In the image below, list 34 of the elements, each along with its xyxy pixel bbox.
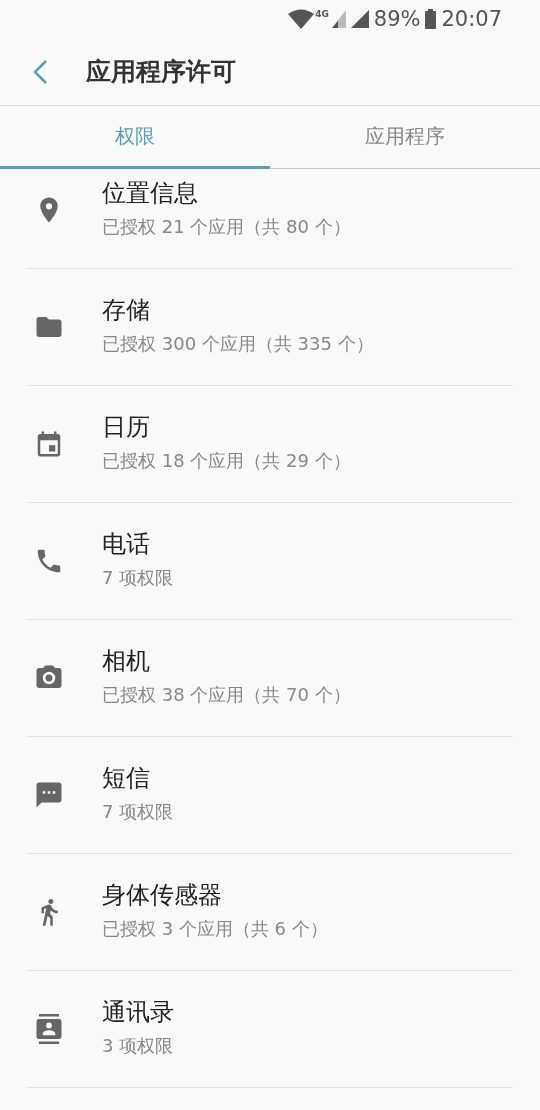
permission-summary: 3 项权限 (102, 1034, 174, 1058)
signal-icon (350, 10, 369, 28)
permission-summary: 7 项权限 (102, 800, 174, 824)
clock: 20:07 (441, 7, 502, 31)
permission-item[interactable]: 相机 已授权 38 个应用（共 70 个） (27, 620, 513, 737)
permission-item[interactable]: 日历 已授权 18 个应用（共 29 个） (27, 386, 513, 503)
permission-title: 存储 (102, 295, 151, 326)
permission-item[interactable]: 通讯录 3 项权限 (27, 971, 513, 1088)
permission-title: 短信 (102, 763, 151, 794)
permission-item[interactable]: 存储 已授权 300 个应用（共 335 个） (27, 269, 513, 386)
wifi-icon (288, 9, 315, 29)
permission-title: 日历 (102, 412, 151, 443)
permission-title: 身体传感器 (102, 880, 223, 911)
signal-icon (331, 10, 346, 28)
network-type: 4G (315, 9, 329, 19)
permission-item[interactable]: 短信 7 项权限 (27, 737, 513, 854)
permission-title: 位置信息 (102, 178, 199, 209)
permission-summary: 已授权 3 个应用（共 6 个） (102, 917, 328, 941)
permission-title: 相机 (102, 646, 151, 677)
permission-item[interactable]: 身体传感器 已授权 3 个应用（共 6 个） (27, 854, 513, 971)
message-icon (34, 780, 64, 810)
contact-card-icon (34, 1014, 64, 1044)
permission-summary: 已授权 38 个应用（共 70 个） (102, 683, 351, 707)
battery-icon (425, 9, 437, 29)
permission-title: 通讯录 (102, 997, 174, 1028)
permission-item[interactable]: 位置信息 已授权 21 个应用（共 80 个） (27, 169, 513, 269)
permission-title: 电话 (102, 529, 151, 560)
battery-percent: 89% (373, 7, 421, 31)
permission-summary: 已授权 18 个应用（共 29 个） (102, 449, 351, 473)
permission-item[interactable]: 电话 7 项权限 (27, 503, 513, 620)
permission-summary: 已授权 21 个应用（共 80 个） (102, 215, 351, 239)
permission-summary: 已授权 300 个应用（共 335 个） (102, 332, 374, 356)
page-title: 应用程序许可 (86, 56, 236, 88)
permission-summary: 7 项权限 (102, 566, 174, 590)
